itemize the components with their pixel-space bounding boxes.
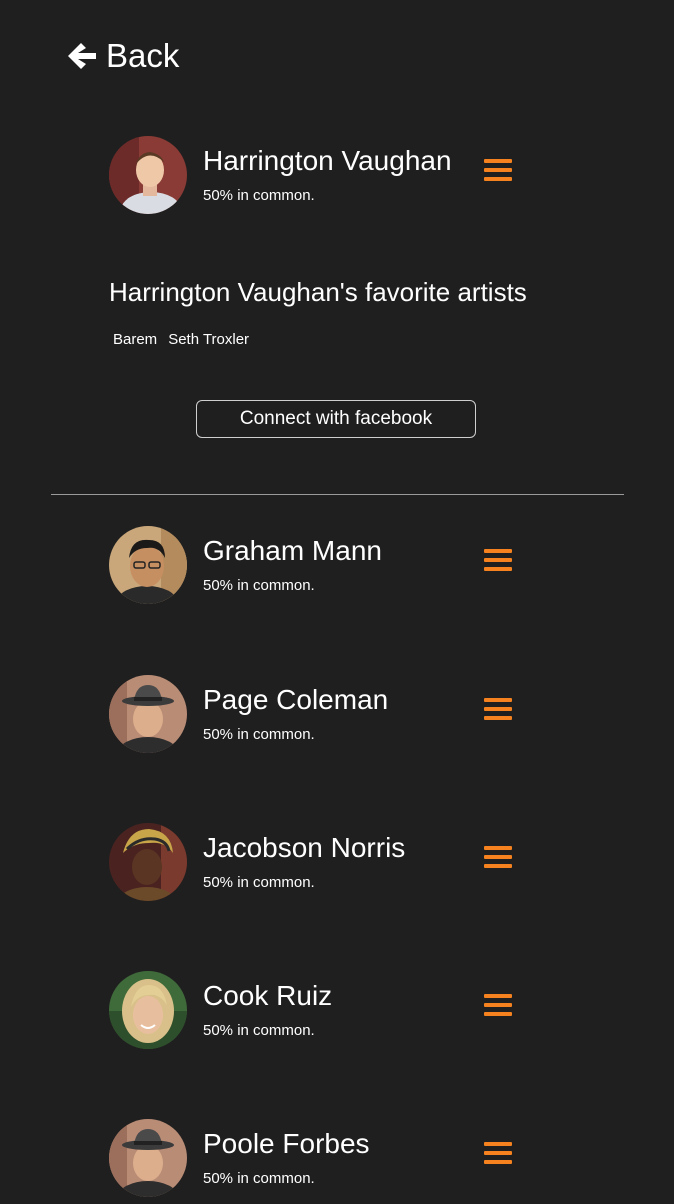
avatar — [109, 1119, 187, 1197]
profile-name: Harrington Vaughan — [203, 145, 452, 176]
user-common: 50% in common. — [203, 874, 315, 891]
back-button[interactable]: Back — [66, 34, 179, 78]
hamburger-menu-icon[interactable] — [484, 1141, 512, 1165]
connect-facebook-button[interactable]: Connect with facebook — [196, 400, 476, 438]
avatar — [109, 136, 187, 214]
hamburger-menu-icon[interactable] — [484, 697, 512, 721]
divider — [51, 494, 624, 495]
artist-tag[interactable]: Seth Troxler — [168, 331, 249, 349]
arrow-left-icon — [66, 40, 98, 72]
avatar — [109, 971, 187, 1049]
artist-tag[interactable]: Barem — [113, 331, 157, 349]
user-name: Page Coleman — [203, 684, 389, 715]
app-screen: Back Harrington Vaughan 50% in common. H… — [0, 0, 674, 1204]
user-name: Graham Mann — [203, 535, 382, 566]
avatar — [109, 675, 187, 753]
profile-common: 50% in common. — [203, 187, 315, 204]
hamburger-menu-icon[interactable] — [484, 158, 512, 182]
back-label: Back — [106, 37, 180, 74]
hamburger-menu-icon[interactable] — [484, 845, 512, 869]
hamburger-menu-icon[interactable] — [484, 993, 512, 1017]
user-common: 50% in common. — [203, 577, 315, 594]
user-common: 50% in common. — [203, 1170, 315, 1187]
user-name: Cook Ruiz — [203, 980, 333, 1011]
avatar — [109, 823, 187, 901]
avatar — [109, 526, 187, 604]
favorite-artists-title: Harrington Vaughan's favorite artists — [109, 277, 527, 307]
hamburger-menu-icon[interactable] — [484, 548, 512, 572]
user-name: Poole Forbes — [203, 1128, 370, 1159]
user-name: Jacobson Norris — [203, 832, 406, 863]
user-common: 50% in common. — [203, 1022, 315, 1039]
user-common: 50% in common. — [203, 726, 315, 743]
artist-list: Barem Seth Troxler — [113, 331, 249, 349]
